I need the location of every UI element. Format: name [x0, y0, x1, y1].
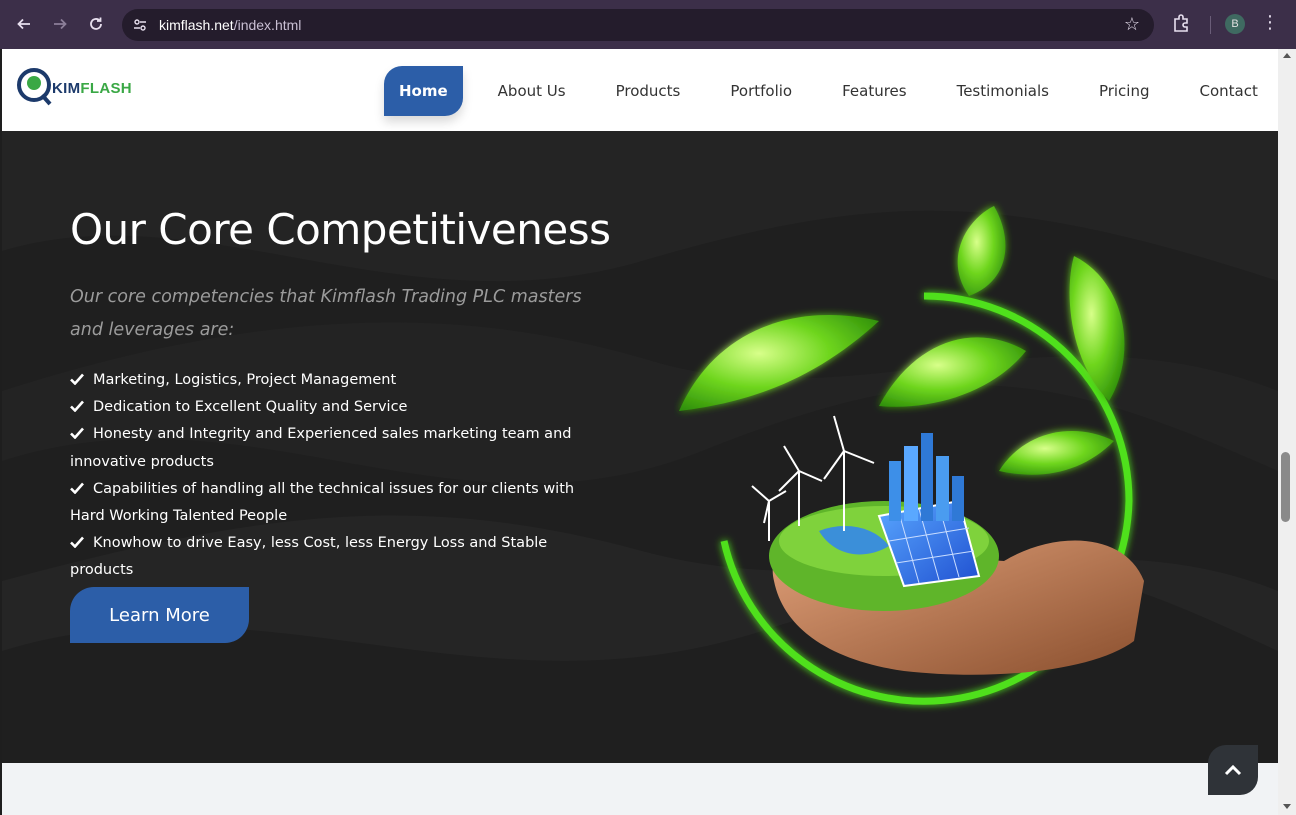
list-item-text: Dedication to Excellent Quality and Serv…	[93, 399, 408, 416]
bookmark-star-icon[interactable]: ☆	[1124, 14, 1140, 35]
page-scrollbar[interactable]	[1278, 49, 1296, 815]
list-item: Dedication to Excellent Quality and Serv…	[70, 394, 610, 421]
logo-text-kim: KIM	[52, 80, 81, 97]
logo-text: KIMFLASH	[52, 80, 132, 97]
list-item: Knowhow to drive Easy, less Cost, less E…	[70, 530, 610, 584]
scrollbar-thumb[interactable]	[1281, 452, 1290, 522]
url-text[interactable]: kimflash.net/index.html	[159, 17, 301, 33]
check-icon	[70, 428, 84, 440]
list-item-text: Capabilities of handling all the technic…	[70, 480, 575, 525]
page-viewport: KIMFLASH Home About Us Products Portfoli…	[2, 49, 1278, 815]
list-item: Marketing, Logistics, Project Management	[70, 367, 610, 394]
arrow-left-icon	[17, 18, 30, 30]
scroll-down-arrow-icon[interactable]	[1283, 804, 1291, 809]
check-icon	[70, 536, 84, 549]
browser-toolbar: kimflash.net/index.html ☆ B ⋮	[0, 0, 1296, 49]
main-nav: Home About Us Products Portfolio Feature…	[384, 66, 1258, 116]
puzzle-icon[interactable]	[1170, 13, 1192, 35]
reload-button[interactable]	[82, 10, 110, 38]
toolbar-divider	[1210, 16, 1211, 34]
hero-section: Our Core Competitiveness Our core compet…	[2, 131, 1278, 763]
list-item: Capabilities of handling all the technic…	[70, 476, 610, 530]
list-item: Honesty and Integrity and Experienced sa…	[70, 421, 610, 475]
nav-features[interactable]: Features	[842, 66, 907, 116]
reload-icon	[90, 17, 102, 30]
nav-about-us[interactable]: About Us	[498, 66, 566, 116]
nav-portfolio[interactable]: Portfolio	[730, 66, 792, 116]
profile-avatar[interactable]: B	[1225, 14, 1245, 34]
hero-title: Our Core Competitiveness	[70, 205, 611, 254]
nav-home[interactable]: Home	[384, 66, 463, 116]
scroll-to-top-button[interactable]	[1208, 745, 1258, 795]
back-button[interactable]	[10, 10, 38, 38]
learn-more-button[interactable]: Learn More	[70, 587, 249, 643]
tune-icon[interactable]	[132, 17, 148, 33]
next-section	[2, 763, 1278, 815]
site-header: KIMFLASH Home About Us Products Portfoli…	[2, 49, 1278, 131]
check-icon	[70, 482, 84, 494]
forward-button[interactable]	[46, 10, 74, 38]
logo-mark-icon	[17, 68, 52, 106]
kebab-icon[interactable]: ⋮	[1260, 12, 1280, 33]
check-icon	[70, 373, 84, 385]
check-icon	[70, 400, 84, 413]
green-energy-illustration	[679, 206, 1144, 705]
address-bar[interactable]: kimflash.net/index.html ☆	[122, 9, 1154, 41]
nav-testimonials[interactable]: Testimonials	[957, 66, 1049, 116]
nav-pricing[interactable]: Pricing	[1099, 66, 1150, 116]
nav-products[interactable]: Products	[616, 66, 681, 116]
hero-subtitle: Our core competencies that Kimflash Trad…	[70, 287, 582, 340]
scroll-up-arrow-icon[interactable]	[1283, 53, 1291, 58]
list-item-text: Honesty and Integrity and Experienced sa…	[70, 426, 572, 470]
logo-text-flash: FLASH	[80, 80, 132, 97]
url-path: /index.html	[233, 17, 302, 33]
url-host: kimflash.net	[159, 17, 234, 33]
arrow-right-icon	[54, 18, 67, 30]
nav-contact[interactable]: Contact	[1200, 66, 1258, 116]
competency-list: Marketing, Logistics, Project Management…	[70, 367, 610, 585]
logo[interactable]: KIMFLASH	[16, 65, 141, 107]
list-item-text: Knowhow to drive Easy, less Cost, less E…	[70, 535, 548, 579]
list-item-text: Marketing, Logistics, Project Management	[93, 372, 397, 388]
chevron-up-icon	[1224, 764, 1242, 776]
